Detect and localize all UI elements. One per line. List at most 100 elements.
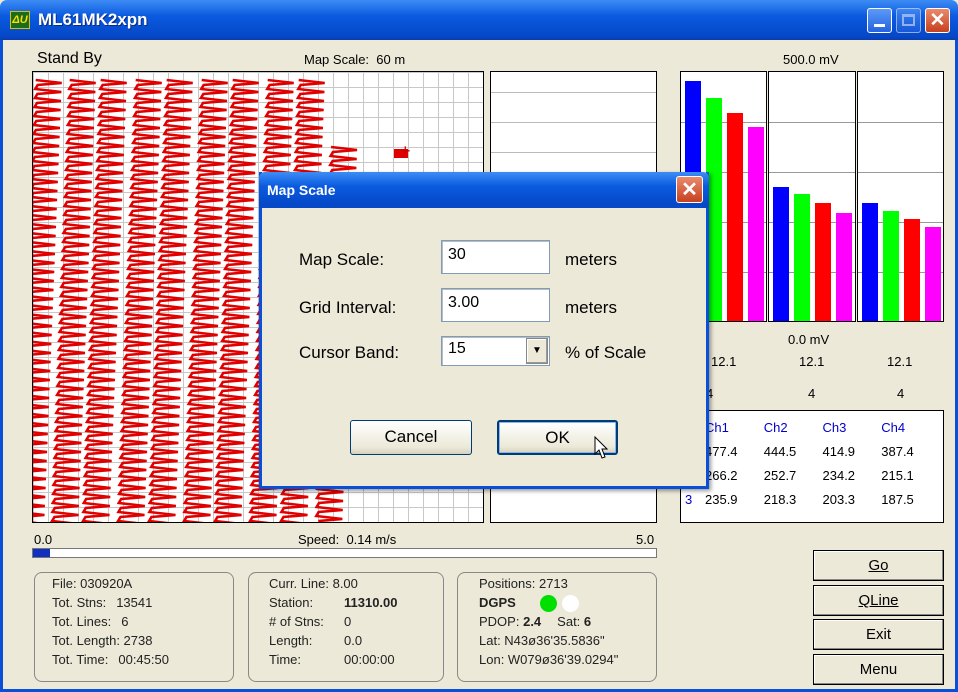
- map-scale-dialog: Map Scale ✕ Map Scale: 30 meters Grid In…: [259, 172, 709, 489]
- table-cell: 477.4: [705, 443, 738, 459]
- map-scale-input[interactable]: 30: [441, 240, 550, 274]
- minimize-icon: [874, 24, 885, 27]
- dialog-title: Map Scale: [267, 182, 336, 198]
- curr-line: Curr. Line: 8.00: [269, 576, 358, 591]
- speed-bar-fill: [33, 549, 51, 557]
- chart-gridline: [858, 122, 943, 123]
- maximize-button[interactable]: [896, 8, 921, 33]
- close-button[interactable]: ✕: [925, 8, 950, 33]
- window-title: ML61MK2xpn: [38, 10, 148, 29]
- tot-time-value: 00:45:50: [118, 652, 169, 667]
- grid-interval-label: Grid Interval:: [299, 298, 397, 317]
- bar-ch4: [925, 226, 941, 321]
- title-bar[interactable]: ΔU ML61MK2xpn ✕: [0, 0, 958, 40]
- file-info-box: File: 030920A Tot. Stns: 13541 Tot. Lines…: [34, 572, 234, 682]
- cursor-band-value: 15: [448, 340, 466, 357]
- map-scale-field-label: Map Scale:: [299, 250, 385, 269]
- group-value-2: 12.1: [799, 354, 825, 369]
- bar-ch3: [815, 203, 831, 321]
- bar-ch2: [883, 211, 899, 321]
- cursor-band-select[interactable]: 15 ▼: [441, 336, 550, 366]
- exit-button[interactable]: Exit: [813, 619, 944, 650]
- table-row: 1 477.4 444.5 414.9 387.4: [685, 439, 940, 463]
- tot-length: Tot. Length: 2738: [52, 633, 153, 648]
- latitude: Lat: N43ø36'35.5836": [479, 633, 605, 648]
- station-label: Station:: [269, 595, 314, 610]
- mouse-cursor-icon: [594, 436, 608, 459]
- bar-ch3: [727, 112, 743, 321]
- positions: Positions: 2713: [479, 576, 568, 591]
- table-cell: 187.5: [881, 491, 914, 507]
- longitude: Lon: W079ø36'39.0294": [479, 652, 619, 667]
- table-cell: 218.3: [763, 491, 797, 507]
- bar-ch4: [748, 126, 764, 321]
- table-cell: 252.7: [763, 467, 797, 483]
- cursor-band-label: Cursor Band:: [299, 343, 400, 362]
- chart-gridline: [769, 122, 855, 123]
- chevron-down-icon[interactable]: ▼: [526, 338, 548, 364]
- bar-ch1: [773, 187, 789, 321]
- minimize-button[interactable]: [867, 8, 892, 33]
- station-value: 11310.00: [344, 595, 398, 610]
- time-label: Time:: [269, 652, 302, 667]
- table-cell: 215.1: [881, 467, 914, 483]
- table-row: 2 266.2 252.7 234.2 215.1: [685, 463, 940, 487]
- map-scale-label: Map Scale: 60 m: [304, 52, 406, 67]
- dialog-title-bar[interactable]: Map Scale ✕: [259, 172, 709, 208]
- line-info-box: Curr. Line: 8.00 Station: 11310.00 # of S…: [248, 572, 444, 682]
- file-name: File: 030920A: [52, 576, 133, 591]
- dialog-close-button[interactable]: ✕: [676, 176, 703, 203]
- pdop-label: PDOP:: [479, 614, 520, 629]
- cursor-crosshair-icon: +: [400, 141, 411, 161]
- col-header: Ch1: [705, 419, 729, 435]
- dgps-status-green-icon: [540, 595, 557, 612]
- tot-stns-label: Tot. Stns:: [52, 595, 107, 610]
- num-stns-label: # of Stns:: [269, 614, 324, 629]
- tot-time-label: Tot. Time:: [52, 652, 109, 667]
- status-label: Stand By: [37, 50, 102, 67]
- go-button[interactable]: Go: [813, 550, 944, 581]
- menu-button[interactable]: Menu: [813, 654, 944, 685]
- time-value: 00:00:00: [344, 652, 395, 667]
- dgps-label: DGPS: [479, 595, 516, 610]
- group-value-3: 12.1: [887, 354, 913, 369]
- bar-ch1: [862, 202, 878, 321]
- bar-ch4: [836, 213, 852, 321]
- app-icon: ΔU: [10, 11, 30, 29]
- speed-label: Speed: 0.14 m/s: [298, 532, 397, 547]
- table-cell: 414.9: [822, 443, 856, 459]
- chart-max-label: 500.0 mV: [783, 52, 839, 67]
- col-header: Ch4: [881, 419, 906, 435]
- qline-button[interactable]: QLine: [813, 585, 944, 616]
- channel-chart-2: [768, 71, 856, 322]
- group-count-3: 4: [897, 386, 905, 401]
- tot-lines-label: Tot. Lines:: [52, 614, 112, 629]
- sat-label: Sat:: [557, 614, 581, 629]
- table-cell: 203.3: [822, 491, 856, 507]
- close-icon: ✕: [681, 179, 698, 201]
- length-value: 0.0: [344, 633, 363, 648]
- maximize-icon: [902, 14, 915, 26]
- gps-info-box: Positions: 2713 DGPS PDOP: 2.4 Sat: 6 Lat…: [457, 572, 657, 682]
- bar-ch3: [904, 218, 920, 321]
- table-cell: 235.9: [705, 491, 738, 507]
- channel-chart-3: [857, 71, 944, 322]
- col-header: Ch3: [822, 419, 847, 435]
- table-cell: 266.2: [705, 467, 738, 483]
- speed-bar: [32, 548, 657, 558]
- channel-table: Ch1 Ch2 Ch3 Ch4 1 477.4 444.5 414.9 387.…: [680, 410, 944, 523]
- pdop-value: 2.4: [523, 614, 542, 629]
- num-stns-value: 0: [344, 614, 352, 629]
- bar-ch2: [794, 194, 810, 321]
- grid-interval-input[interactable]: 3.00: [441, 288, 550, 322]
- chart-gridline: [858, 172, 943, 173]
- grid-interval-unit: meters: [565, 298, 617, 317]
- map-scale-unit: meters: [565, 250, 617, 269]
- group-value-1: 12.1: [711, 354, 737, 369]
- speed-max: 5.0: [636, 532, 655, 547]
- col-header: Ch2: [763, 419, 788, 435]
- cancel-button[interactable]: Cancel: [350, 420, 472, 455]
- close-icon: ✕: [929, 10, 946, 31]
- chart-min-label: 0.0 mV: [788, 332, 830, 347]
- tot-stns-value: 13541: [116, 595, 153, 610]
